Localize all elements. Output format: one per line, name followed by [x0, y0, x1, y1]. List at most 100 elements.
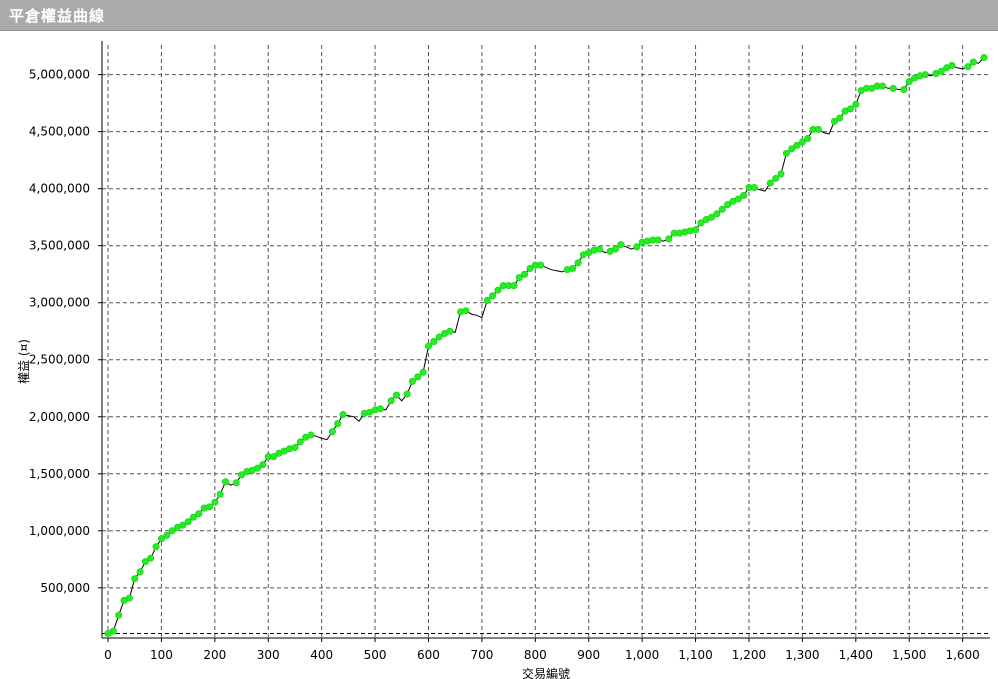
- x-tick-label: 300: [257, 648, 280, 662]
- x-tick-label: 1,400: [839, 648, 873, 662]
- x-tick-label: 1,300: [785, 648, 819, 662]
- data-point: [291, 444, 299, 452]
- data-point: [232, 479, 240, 487]
- data-point: [163, 531, 171, 539]
- data-point: [814, 125, 822, 133]
- data-point: [617, 241, 625, 249]
- data-point: [692, 226, 700, 234]
- data-point: [804, 135, 812, 143]
- x-tick-label: 100: [150, 648, 173, 662]
- x-tick-label: 200: [203, 648, 226, 662]
- data-point: [131, 575, 139, 583]
- y-axis-title: 權益 (¤): [17, 339, 31, 384]
- data-point: [654, 236, 662, 244]
- y-tick-label: 1,000,000: [29, 524, 90, 538]
- x-tick-label: 0: [104, 648, 112, 662]
- data-point: [879, 82, 887, 90]
- data-point: [836, 114, 844, 122]
- x-tick-label: 900: [577, 648, 600, 662]
- x-tick-label: 1,600: [945, 648, 979, 662]
- y-tick-label: 3,000,000: [29, 296, 90, 310]
- x-tick-label: 1,000: [625, 648, 659, 662]
- y-tick-label: 4,000,000: [29, 182, 90, 196]
- y-tick-label: 3,500,000: [29, 239, 90, 253]
- data-point: [846, 105, 854, 113]
- equity-curve-chart: 0 100 200 300 400 500 600 700 800 900 1,000 1,100 1,…: [17, 41, 990, 679]
- data-point: [964, 63, 972, 71]
- x-tick-label: 400: [310, 648, 333, 662]
- data-point: [125, 594, 133, 602]
- x-tick-label: 500: [364, 648, 387, 662]
- data-point: [104, 629, 112, 637]
- data-point: [766, 179, 774, 187]
- x-tick-label: 1,200: [732, 648, 766, 662]
- y-tick-label: 1,500,000: [29, 467, 90, 481]
- data-point: [948, 62, 956, 70]
- y-tick-label: 5,000,000: [29, 68, 90, 82]
- data-point: [195, 510, 203, 518]
- equity-line: [107, 57, 985, 634]
- data-point: [611, 245, 619, 253]
- x-tick-label: 1,100: [678, 648, 712, 662]
- data-point: [462, 307, 470, 315]
- data-point: [211, 498, 219, 506]
- data-point: [595, 245, 603, 253]
- data-point: [782, 149, 790, 157]
- data-point: [334, 420, 342, 428]
- data-point: [307, 431, 315, 439]
- data-point: [772, 174, 780, 182]
- grid-lines: [102, 45, 990, 638]
- data-point: [980, 54, 988, 62]
- data-point: [921, 71, 929, 79]
- data-point: [376, 405, 384, 413]
- data-point: [205, 503, 213, 511]
- data-point: [510, 282, 518, 290]
- data-point: [430, 337, 438, 345]
- title-bar: 平倉權益曲線: [0, 0, 998, 31]
- data-point: [900, 85, 908, 93]
- data-point: [296, 438, 304, 446]
- data-point: [152, 543, 160, 551]
- data-point: [713, 210, 721, 218]
- x-tick-label: 1,500: [892, 648, 926, 662]
- data-point: [414, 373, 422, 381]
- data-point: [259, 461, 267, 469]
- data-point: [403, 390, 411, 398]
- data-point: [569, 265, 577, 273]
- tick-labels: 0 100 200 300 400 500 600 700 800 900 1,000 1,100 1,…: [29, 68, 980, 662]
- data-point: [537, 261, 545, 269]
- data-point: [889, 84, 897, 92]
- x-tick-label: 700: [470, 648, 493, 662]
- data-point: [328, 428, 336, 436]
- data-point: [489, 292, 497, 300]
- data-point: [115, 611, 123, 619]
- data-point: [633, 243, 641, 251]
- data-point: [777, 170, 785, 178]
- data-point: [574, 259, 582, 267]
- data-point: [521, 270, 529, 278]
- data-point: [424, 342, 432, 350]
- y-tick-label: 4,500,000: [29, 125, 90, 139]
- data-point: [852, 100, 860, 108]
- data-point: [147, 554, 155, 562]
- data-point: [392, 391, 400, 399]
- data-point: [184, 518, 192, 526]
- data-point: [969, 58, 977, 66]
- x-axis-title: 交易編號: [522, 666, 570, 679]
- data-point: [216, 490, 224, 498]
- data-point: [483, 296, 491, 304]
- data-point: [740, 192, 748, 200]
- data-point: [339, 410, 347, 418]
- data-point: [419, 368, 427, 376]
- data-point: [387, 397, 395, 405]
- y-tick-label: 500,000: [40, 581, 90, 595]
- data-point: [494, 286, 502, 294]
- data-point: [136, 568, 144, 576]
- data-point: [665, 235, 673, 243]
- y-tick-label: 2,000,000: [29, 410, 90, 424]
- data-point: [222, 478, 230, 486]
- data-point: [408, 377, 416, 385]
- data-point: [750, 184, 758, 192]
- y-tick-label: 2,500,000: [29, 353, 90, 367]
- window-title: 平倉權益曲線: [9, 7, 106, 25]
